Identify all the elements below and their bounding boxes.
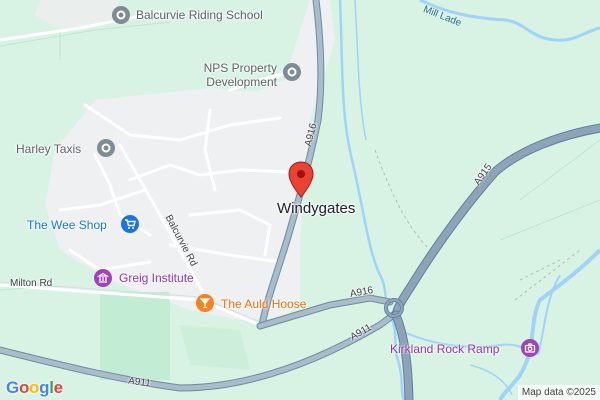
map-attribution[interactable]: Map data ©2025 — [517, 385, 600, 400]
logo-letter: e — [53, 378, 63, 397]
logo-letter: g — [39, 378, 50, 397]
bar-icon[interactable] — [196, 294, 214, 312]
road-label-milton-rd: Milton Rd — [10, 278, 53, 289]
place-icon[interactable] — [97, 139, 115, 157]
place-icon[interactable] — [112, 6, 130, 24]
shopping-cart-icon[interactable] — [121, 215, 139, 233]
poi-label-greig-institute[interactable]: Greig Institute — [119, 271, 194, 285]
field-area — [100, 292, 170, 380]
place-icon[interactable] — [283, 63, 301, 81]
map-view[interactable]: A916 A916 A915 A911 A911 Milton Rd Balcu… — [0, 0, 600, 400]
field-area — [180, 325, 250, 370]
location-pin-icon[interactable] — [287, 161, 315, 199]
logo-letter: o — [18, 378, 30, 397]
poi-label-kirkland-rock-ramp[interactable]: Kirkland Rock Ramp — [390, 342, 499, 356]
camera-icon[interactable] — [521, 339, 539, 357]
poi-label-balcurvie-riding-school[interactable]: Balcurvie Riding School — [136, 8, 263, 22]
poi-label-the-auld-hoose[interactable]: The Auld Hoose — [221, 297, 306, 311]
road-label-a911-west: A911 — [127, 375, 152, 390]
poi-label-harley-taxis[interactable]: Harley Taxis — [16, 142, 81, 156]
logo-letter: G — [6, 378, 19, 397]
poi-label-the-wee-shop[interactable]: The Wee Shop — [27, 218, 107, 232]
google-logo[interactable]: Google — [6, 378, 63, 398]
landmark-icon[interactable] — [94, 269, 112, 287]
place-label-windygates: Windygates — [277, 200, 356, 217]
poi-label-nps-property-development[interactable]: NPS Property Development — [193, 61, 277, 89]
logo-letter: o — [29, 378, 40, 397]
